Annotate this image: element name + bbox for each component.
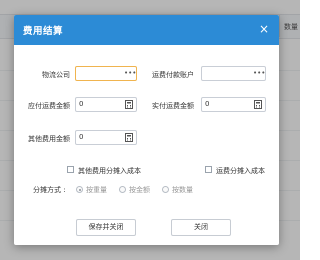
- allocation-by-amount-label: 按金额: [129, 186, 150, 194]
- freight-paid-label: 实付运费金额: [152, 102, 194, 110]
- close-button[interactable]: 关闭: [171, 219, 231, 236]
- allocation-method-label: 分摊方式 :: [33, 186, 66, 194]
- calculator-icon[interactable]: [124, 100, 133, 109]
- dialog-header: 费用结算 ×: [14, 15, 279, 45]
- logistics-company-label: 物流公司: [42, 71, 70, 79]
- allocation-by-weight-label: 按重量: [86, 186, 107, 194]
- allocation-by-quantity-label: 按数量: [172, 186, 193, 194]
- fee-settlement-dialog: 费用结算 × 物流公司 ••• 运费付款账户 ••• 应付运费金额 0 实付运费…: [14, 15, 279, 245]
- ellipsis-icon[interactable]: •••: [124, 69, 136, 78]
- freight-alloc-label: 运费分摊入成本: [216, 167, 265, 175]
- ellipsis-icon[interactable]: •••: [253, 69, 265, 78]
- freight-payable-label: 应付运费金额: [28, 102, 70, 110]
- other-fee-alloc-checkbox[interactable]: [67, 166, 74, 173]
- close-icon[interactable]: ×: [257, 22, 271, 36]
- freight-account-input[interactable]: •••: [201, 66, 266, 81]
- other-fee-alloc-label: 其他费用分摊入成本: [78, 167, 141, 175]
- logistics-company-input[interactable]: •••: [75, 66, 137, 81]
- freight-alloc-checkbox[interactable]: [205, 166, 212, 173]
- other-fee-label: 其他费用金额: [28, 135, 70, 143]
- allocation-by-amount-radio[interactable]: [119, 186, 126, 193]
- save-and-close-button[interactable]: 保存并关闭: [76, 219, 136, 236]
- calculator-icon[interactable]: [253, 100, 262, 109]
- allocation-by-weight-radio[interactable]: [76, 186, 83, 193]
- freight-payable-input[interactable]: 0: [75, 97, 137, 112]
- other-fee-input[interactable]: 0: [75, 130, 137, 145]
- dialog-title: 费用结算: [23, 26, 64, 37]
- calculator-icon[interactable]: [124, 133, 133, 142]
- freight-paid-input[interactable]: 0: [201, 97, 266, 112]
- freight-account-label: 运费付款账户: [152, 71, 194, 79]
- allocation-by-quantity-radio[interactable]: [162, 186, 169, 193]
